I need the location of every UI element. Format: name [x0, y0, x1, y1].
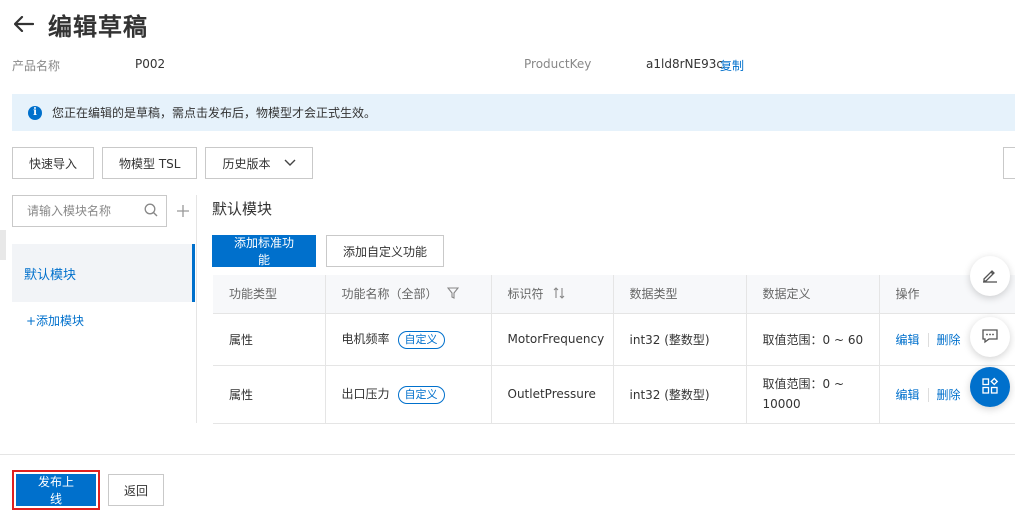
section-title: 默认模块	[212, 199, 273, 218]
sidebar-collapse-handle[interactable]	[0, 230, 6, 260]
back-button[interactable]: 返回	[108, 474, 164, 506]
product-meta: 产品名称 P002 ProductKey a1ld8rNE93c 复制	[12, 57, 1012, 73]
sidebar-divider	[196, 195, 197, 423]
product-name-value: P002	[135, 57, 166, 71]
edit-float-button[interactable]	[970, 256, 1010, 296]
cell-name: 电机频率 自定义	[325, 313, 492, 366]
cell-definition: 取值范围：0 ~ 10000	[746, 365, 880, 424]
product-name-label: 产品名称	[12, 59, 61, 73]
copy-link[interactable]: 复制	[720, 57, 744, 74]
module-sidebar: 默认模块 +添加模块	[12, 195, 196, 329]
col-header-type: 功能类型	[213, 275, 326, 314]
add-standard-feature-button[interactable]: 添加标准功能	[212, 235, 316, 267]
col-header-name-label: 功能名称（全部）	[341, 287, 438, 302]
custom-tag: 自定义	[397, 385, 445, 404]
delete-link[interactable]: 删除	[937, 388, 961, 402]
page-header: 编辑草稿	[12, 6, 148, 42]
module-search-input[interactable]	[27, 204, 137, 218]
info-icon: i	[28, 105, 42, 120]
quick-import-button[interactable]: 快速导入	[12, 147, 95, 179]
feature-name: 电机频率	[341, 331, 390, 346]
edit-link[interactable]: 编辑	[896, 388, 920, 402]
chat-float-button[interactable]	[970, 317, 1010, 357]
add-module-icon[interactable]	[173, 201, 193, 221]
cell-identifier: OutletPressure	[491, 365, 614, 424]
col-header-identifier-label: 标识符	[507, 287, 544, 302]
col-header-definition: 数据定义	[746, 275, 880, 314]
product-key-value: a1ld8rNE93c	[646, 57, 723, 71]
feature-name: 出口压力	[341, 386, 390, 401]
tsl-button[interactable]: 物模型 TSL	[102, 147, 198, 179]
table-row: 属性 电机频率 自定义 MotorFrequency int32 (整数型) 取值…	[213, 313, 1015, 366]
publish-highlight: 发布上线	[12, 470, 100, 510]
table-header-row: 功能类型 功能名称（全部） 标识符 数据类型 数据定义 操作	[213, 275, 1015, 314]
apps-grid-icon	[981, 377, 999, 398]
cell-definition: 取值范围：0 ~ 60	[746, 313, 880, 366]
draft-info-banner: i 您正在编辑的是草稿，需点击发布后，物模型才会正式生效。	[12, 94, 1015, 131]
apps-float-button[interactable]	[970, 367, 1010, 407]
search-icon[interactable]	[144, 203, 158, 220]
toolbar-overflow-button[interactable]	[1003, 147, 1015, 179]
cell-type: 属性	[213, 313, 326, 366]
history-version-label: 历史版本	[222, 156, 271, 171]
add-module-link[interactable]: +添加模块	[12, 312, 196, 329]
module-search-box	[12, 195, 167, 227]
col-header-name[interactable]: 功能名称（全部）	[325, 275, 492, 314]
add-custom-feature-button[interactable]: 添加自定义功能	[326, 235, 444, 267]
content-actions: 添加标准功能 添加自定义功能	[212, 235, 444, 267]
cell-data-type: int32 (整数型)	[613, 365, 747, 424]
draft-info-text: 您正在编辑的是草稿，需点击发布后，物模型才会正式生效。	[52, 106, 377, 120]
table-row: 属性 出口压力 自定义 OutletPressure int32 (整数型) 取值…	[213, 365, 1015, 424]
product-key-label: ProductKey	[524, 57, 592, 71]
publish-button[interactable]: 发布上线	[16, 474, 96, 506]
footer-actions: 发布上线 返回	[12, 470, 164, 510]
sidebar-item-label: 默认模块	[24, 267, 77, 283]
footer-divider	[0, 454, 1015, 455]
back-arrow-icon[interactable]	[12, 12, 36, 36]
col-header-identifier[interactable]: 标识符	[491, 275, 614, 314]
chevron-down-icon	[284, 159, 296, 167]
action-separator	[927, 333, 929, 347]
filter-icon[interactable]	[447, 287, 460, 302]
sort-icon[interactable]	[553, 287, 565, 302]
history-version-button[interactable]: 历史版本	[205, 147, 314, 179]
action-separator	[927, 388, 929, 402]
cell-name: 出口压力 自定义	[325, 365, 492, 424]
sidebar-item-default-module[interactable]: 默认模块	[12, 244, 195, 302]
toolbar: 快速导入 物模型 TSL 历史版本	[12, 147, 314, 179]
module-content: 默认模块 添加标准功能 添加自定义功能	[212, 195, 1015, 267]
cell-type: 属性	[213, 365, 326, 424]
custom-tag: 自定义	[397, 330, 445, 349]
cell-identifier: MotorFrequency	[491, 313, 614, 366]
delete-link[interactable]: 删除	[937, 333, 961, 347]
col-header-data-type: 数据类型	[613, 275, 747, 314]
module-search-row	[12, 195, 196, 227]
page-title: 编辑草稿	[48, 12, 148, 41]
pencil-icon	[981, 266, 999, 287]
chat-icon	[981, 327, 999, 348]
cell-data-type: int32 (整数型)	[613, 313, 747, 366]
edit-link[interactable]: 编辑	[896, 333, 920, 347]
feature-table: 功能类型 功能名称（全部） 标识符 数据类型 数据定义 操作 属性 电机频率 自定…	[213, 275, 1015, 424]
